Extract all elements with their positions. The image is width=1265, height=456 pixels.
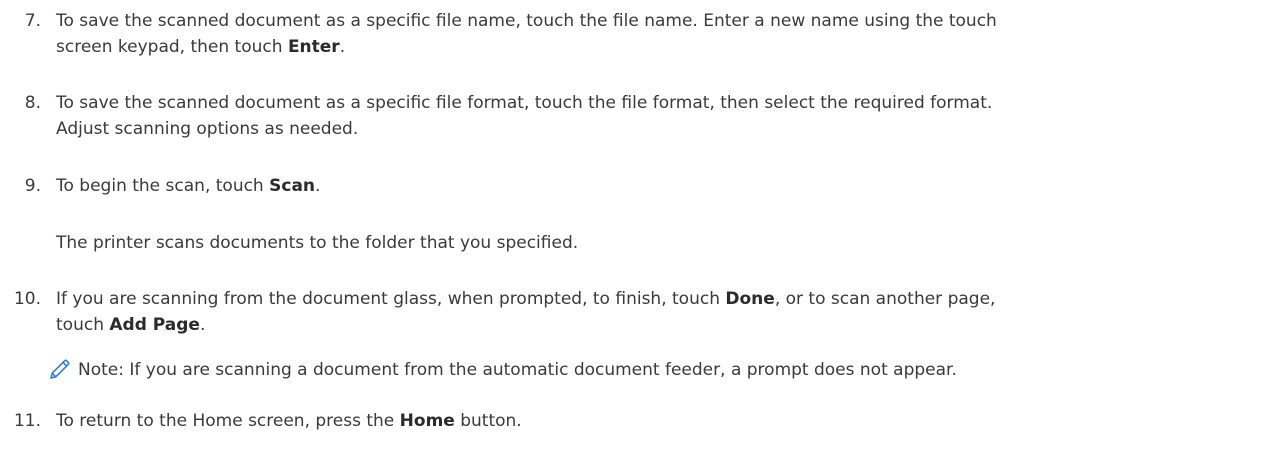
text-line: screen keypad, then touch Enter.	[56, 37, 346, 57]
note-text: Note: If you are scanning a document fro…	[78, 360, 957, 380]
ui-term: Enter	[287, 37, 340, 57]
step-result-text: The printer scans documents to the folde…	[56, 230, 1251, 256]
pencil-icon	[48, 357, 72, 381]
step-number: 8.	[24, 93, 41, 113]
step-number: 9.	[24, 176, 41, 196]
text-line: To return to the Home screen, press the …	[56, 411, 522, 431]
ui-term: Scan	[269, 176, 316, 196]
text-line: To save the scanned document as a specif…	[56, 93, 993, 113]
document-page: 7. To save the scanned document as a spe…	[0, 0, 1265, 456]
ui-term: Done	[725, 289, 775, 309]
step-text: To return to the Home screen, press the …	[56, 408, 1251, 434]
step-text: To save the scanned document as a specif…	[56, 8, 1251, 60]
step-number: 11.	[13, 411, 41, 431]
text-line: touch Add Page.	[56, 315, 206, 335]
text-line: Adjust scanning options as needed.	[56, 119, 359, 139]
ui-term: Home	[399, 411, 455, 431]
text-line: The printer scans documents to the folde…	[56, 233, 579, 253]
step-number: 7.	[24, 11, 41, 31]
ui-term: Add Page	[109, 315, 200, 335]
text-line: To save the scanned document as a specif…	[56, 11, 997, 31]
step-text: To begin the scan, touch Scan.	[56, 173, 1251, 199]
note: Note: If you are scanning a document fro…	[0, 357, 1265, 383]
step-number: 10.	[13, 289, 41, 309]
step-text: To save the scanned document as a specif…	[56, 90, 1251, 142]
text-line: To begin the scan, touch Scan.	[56, 176, 321, 196]
step-text: If you are scanning from the document gl…	[56, 286, 1251, 338]
text-line: If you are scanning from the document gl…	[56, 289, 996, 309]
